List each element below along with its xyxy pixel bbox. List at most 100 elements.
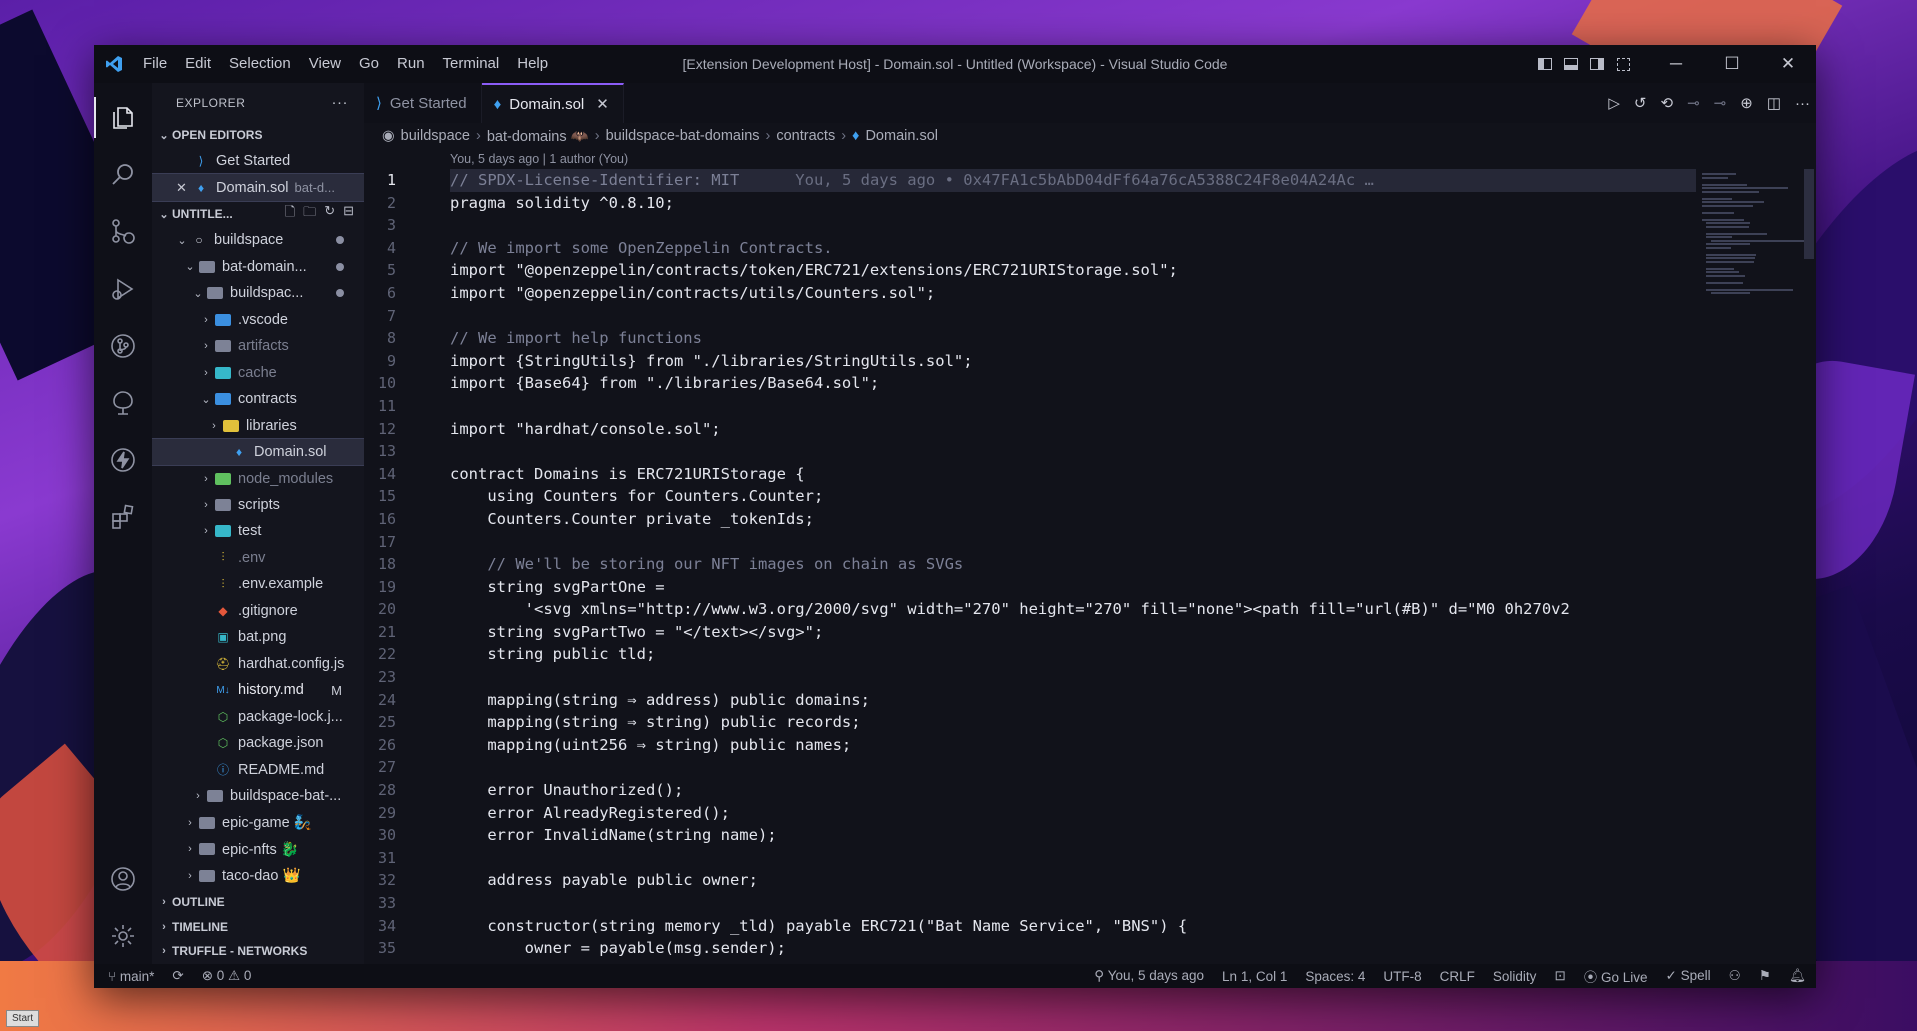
open-editors-section[interactable]: ⌄ OPEN EDITORS [152,123,364,148]
tree-item-readme[interactable]: ⓘ README.md [152,757,364,783]
code-line[interactable] [450,892,1696,915]
cursor-position[interactable]: Ln 1, Col 1 [1222,969,1287,984]
customize-layout-icon[interactable] [1612,45,1634,83]
tree-item-bat-domains[interactable]: ⌄ bat-domain... [152,253,364,279]
tree-item-buildspace-sub[interactable]: ⌄ buildspac... [152,280,364,306]
explorer-more-icon[interactable]: ··· [332,94,349,111]
output-icon[interactable]: ⊡ [1554,968,1565,984]
code-line[interactable]: import "@openzeppelin/contracts/utils/Co… [450,282,1696,305]
code-line[interactable]: error AlreadyRegistered(); [450,802,1696,825]
settings-gear-icon[interactable] [94,907,152,964]
start-button[interactable]: Start [6,1010,40,1027]
tree-item-buildspace[interactable]: ⌄ ○ buildspace [152,227,364,253]
refresh-icon[interactable]: ↻ [324,203,335,225]
source-control-icon[interactable] [94,203,152,260]
menu-view[interactable]: View [300,45,350,83]
code-line[interactable]: Counters.Counter private _tokenIds; [450,508,1696,531]
breadcrumb-item[interactable]: Domain.sol [865,128,938,144]
code-line[interactable]: mapping(string ⇒ string) public records; [450,711,1696,734]
close-editor-icon[interactable]: ✕ [176,180,192,196]
notifications-bell-icon[interactable]: 🔔︎ [1789,968,1806,984]
explorer-icon[interactable] [94,89,152,146]
code-line[interactable]: import "hardhat/console.sol"; [450,418,1696,441]
collapse-all-icon[interactable]: ⊟ [343,203,354,225]
code-line[interactable]: constructor(string memory _tld) payable … [450,915,1696,938]
code-line[interactable]: error InvalidName(string name); [450,824,1696,847]
history-icon[interactable]: ↺ [1634,94,1647,112]
more-actions-icon[interactable]: ··· [1795,95,1810,112]
open-editor-domain-sol[interactable]: ✕ ♦ Domain.sol bat-d... [152,173,364,202]
code-line[interactable]: // SPDX-License-Identifier: MIT You, 5 d… [450,169,1696,192]
tree-item-package-json[interactable]: ⬡ package.json [152,730,364,756]
indentation[interactable]: Spaces: 4 [1305,969,1365,984]
minimap[interactable] [1696,169,1816,964]
tree-item-node-modules[interactable]: › node_modules [152,465,364,491]
code-line[interactable] [450,440,1696,463]
tree-item-env-example[interactable]: ⫶ .env.example [152,571,364,597]
code-line[interactable]: owner = payable(msg.sender); [450,937,1696,960]
blame-status[interactable]: ⚲ You, 5 days ago [1094,968,1204,984]
tree-item-taco-dao[interactable]: › taco-dao 👑 [152,863,364,889]
code-line[interactable]: // We import some OpenZeppelin Contracts… [450,237,1696,260]
code-line[interactable]: string svgPartTwo = "</text></svg>"; [450,621,1696,644]
spell-button[interactable]: ✓ Spell [1666,968,1711,984]
code-line[interactable] [450,847,1696,870]
menu-file[interactable]: File [134,45,176,83]
workspace-section[interactable]: ⌄ UNTITLE... 🗋 🗀 ↻ ⊟ [152,201,364,227]
open-editor-get-started[interactable]: ⟩ Get Started [152,148,364,174]
maximize-button[interactable]: ☐ [1704,45,1760,83]
language-mode[interactable]: Solidity [1493,969,1537,984]
code-line[interactable] [450,395,1696,418]
code-line[interactable]: error Unauthorized(); [450,779,1696,802]
toggle-panel-icon[interactable] [1560,45,1582,83]
tree-item-scripts[interactable]: › scripts [152,492,364,518]
breadcrumb-item[interactable]: contracts [776,128,835,144]
code-line[interactable]: import "@openzeppelin/contracts/token/ER… [450,259,1696,282]
tree-item-buildspace-bat[interactable]: › buildspace-bat-... [152,783,364,809]
feedback-icon[interactable]: ⚑ [1759,968,1771,984]
menu-terminal[interactable]: Terminal [434,45,509,83]
menu-run[interactable]: Run [388,45,434,83]
tree-item-gitignore[interactable]: ◆ .gitignore [152,598,364,624]
extensions-icon[interactable] [94,488,152,545]
code-line[interactable]: string svgPartOne = [450,576,1696,599]
breadcrumb-item[interactable]: buildspace-bat-domains [606,128,760,144]
code-line[interactable]: import {StringUtils} from "./libraries/S… [450,350,1696,373]
code-editor[interactable]: // SPDX-License-Identifier: MIT You, 5 d… [424,169,1696,964]
tree-item-test[interactable]: › test [152,518,364,544]
tree-item-env[interactable]: ⫶ .env [152,545,364,571]
branch-indicator[interactable]: ⑂ main* [108,969,154,984]
open-changes-icon[interactable]: ⟲ [1661,94,1674,112]
tree-item-epic-game[interactable]: › epic-game 🧞 [152,810,364,836]
menu-edit[interactable]: Edit [176,45,220,83]
menu-selection[interactable]: Selection [220,45,300,83]
code-line[interactable]: mapping(string ⇒ address) public domains… [450,689,1696,712]
code-line[interactable]: using Counters for Counters.Counter; [450,485,1696,508]
search-icon[interactable] [94,146,152,203]
code-line[interactable]: '<svg xmlns="http://www.w3.org/2000/svg"… [450,598,1696,621]
outline-section[interactable]: › OUTLINE [152,889,364,914]
truffle-networks-section[interactable]: › TRUFFLE - NETWORKS [152,939,364,964]
encoding[interactable]: UTF-8 [1383,969,1421,984]
tree-item-epic-nfts[interactable]: › epic-nfts 🐉 [152,836,364,862]
code-line[interactable] [450,305,1696,328]
menu-go[interactable]: Go [350,45,388,83]
code-line[interactable] [450,756,1696,779]
run-icon[interactable]: ▷ [1608,94,1620,112]
tree-item-domain-sol[interactable]: ♦ Domain.sol [152,437,364,467]
toggle-secondary-sidebar-icon[interactable] [1586,45,1608,83]
go-live-button[interactable]: ⦿ Go Live [1584,966,1648,986]
scrollbar-thumb[interactable] [1804,169,1814,259]
tab-get-started[interactable]: ⟩ Get Started [364,83,482,123]
sync-icon[interactable]: ⟳ [172,968,183,984]
code-area[interactable]: 1 2 3 4 5 6 7 8 9 10 11 12 13 14 15 16 17 18 19 20 21 22 23 24 2… [364,169,1816,964]
codelens-blame[interactable]: You, 5 days ago | 1 author (You) [364,149,1816,169]
code-line[interactable]: // We import help functions [450,327,1696,350]
timeline-section[interactable]: › TIMELINE [152,914,364,939]
new-folder-icon[interactable]: 🗀 [303,203,316,225]
code-line[interactable]: import {Base64} from "./libraries/Base64… [450,372,1696,395]
code-line[interactable]: contract Domains is ERC721URIStorage { [450,463,1696,486]
run-debug-icon[interactable] [94,260,152,317]
eol[interactable]: CRLF [1440,969,1475,984]
code-line[interactable] [450,214,1696,237]
